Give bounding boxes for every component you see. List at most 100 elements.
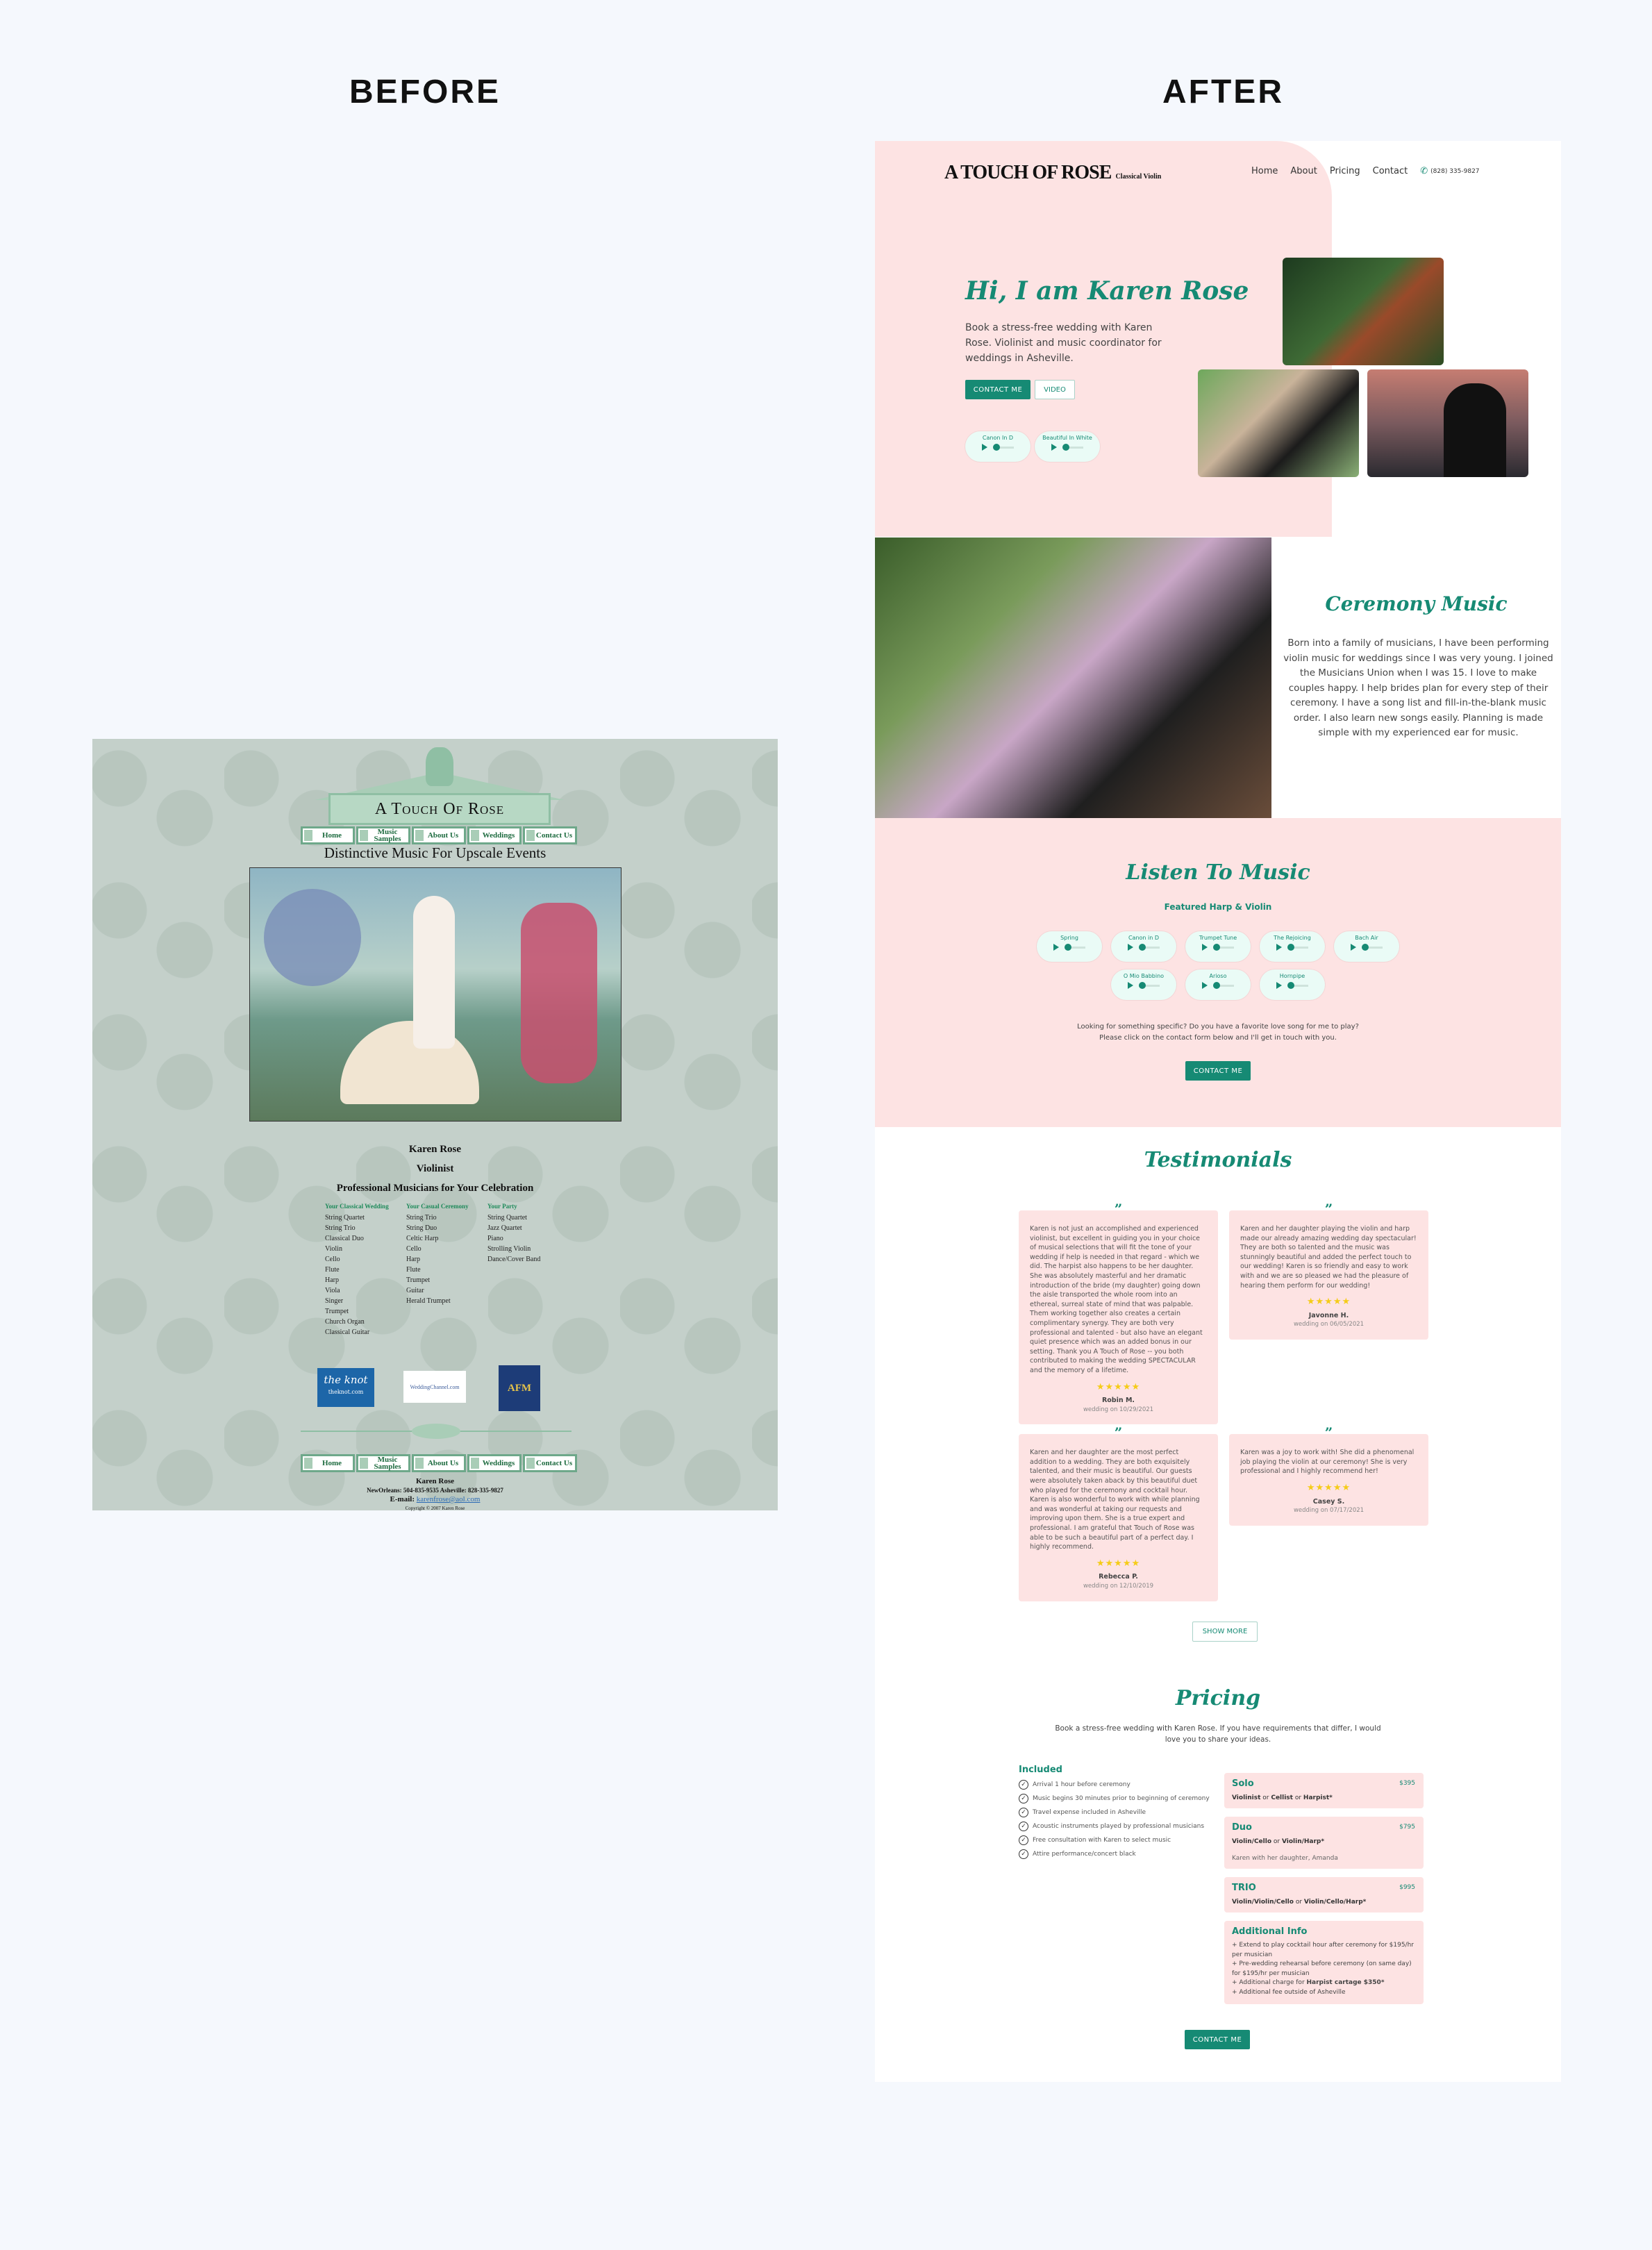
- ensemble-item: Cello: [406, 1245, 422, 1253]
- track-name: Spring: [1060, 935, 1078, 941]
- nav-home[interactable]: Home: [1251, 166, 1278, 176]
- slider-knob[interactable]: [1287, 943, 1294, 951]
- check-circle-icon: ✓: [1019, 1794, 1028, 1803]
- ensemble-item: String Duo: [406, 1224, 437, 1232]
- star-rating: ★★★★★: [1306, 1483, 1351, 1494]
- plan-card: Solo $395 Violinist or Cellist or Harpist*: [1224, 1773, 1424, 1808]
- progress-slider[interactable]: [1065, 943, 1085, 951]
- the-knot-logo[interactable]: the knot theknot.com: [317, 1368, 374, 1407]
- hero-video-button[interactable]: VIDEO: [1035, 380, 1075, 399]
- ceremony-title: Ceremony Music: [1325, 592, 1508, 615]
- play-icon[interactable]: [1053, 944, 1059, 951]
- testimonial-card: ” Karen is not just an accomplished and e…: [1019, 1202, 1218, 1425]
- old-footer-nav-contact[interactable]: Contact Us: [523, 1454, 577, 1472]
- ensemble-item: String Trio: [406, 1214, 437, 1222]
- track-name: Trumpet Tune: [1199, 935, 1237, 941]
- old-nav-about[interactable]: About Us: [412, 826, 466, 844]
- ensemble-item: String Quartet: [487, 1214, 527, 1222]
- nav-about[interactable]: About: [1290, 166, 1317, 176]
- listen-note: Looking for something specific? Do you h…: [1077, 1023, 1359, 1042]
- listen-contact-button[interactable]: CONTACT ME: [1185, 1061, 1251, 1081]
- old-footer-nav-weddings[interactable]: Weddings: [467, 1454, 522, 1472]
- afm-logo[interactable]: AFM: [499, 1365, 540, 1411]
- ensemble-column-title: Your Classical Wedding: [325, 1203, 389, 1210]
- ensemble-item: Flute: [325, 1266, 340, 1274]
- nav-pricing[interactable]: Pricing: [1330, 166, 1360, 176]
- included-item-text: Travel expense included in Asheville: [1033, 1809, 1146, 1816]
- play-icon[interactable]: [982, 444, 987, 451]
- progress-slider[interactable]: [1213, 981, 1234, 989]
- ensemble-item: Harp: [325, 1276, 339, 1284]
- ensemble-item: Cello: [325, 1256, 340, 1263]
- footer-name: Karen Rose: [415, 1477, 455, 1485]
- plan-options: Violin/Violin/Cello or Violin/Cello/Harp…: [1232, 1899, 1367, 1906]
- progress-slider[interactable]: [1362, 943, 1383, 951]
- check-circle-icon: ✓: [1019, 1780, 1028, 1790]
- progress-slider[interactable]: [1213, 943, 1234, 951]
- play-icon[interactable]: [1051, 444, 1057, 451]
- pricing-contact-button[interactable]: CONTACT ME: [1185, 2030, 1250, 2049]
- slider-knob[interactable]: [1362, 943, 1369, 951]
- old-footer-nav-music-samples[interactable]: Music Samples: [356, 1454, 410, 1472]
- included-item-text: Free consultation with Karen to select m…: [1033, 1837, 1171, 1844]
- progress-slider[interactable]: [1139, 943, 1160, 951]
- old-nav-bottom: Home Music Samples About Us Weddings Con…: [301, 1454, 577, 1472]
- progress-slider[interactable]: [1287, 943, 1308, 951]
- slider-knob[interactable]: [1065, 943, 1071, 951]
- slider-knob[interactable]: [1287, 981, 1294, 989]
- play-icon[interactable]: [1202, 944, 1208, 951]
- slider-knob[interactable]: [993, 443, 1000, 451]
- slider-knob[interactable]: [1139, 981, 1146, 989]
- testimonial-date: wedding on 06/05/2021: [1293, 1321, 1365, 1328]
- included-item: ✓ Travel expense included in Asheville: [1019, 1806, 1220, 1819]
- pricing-plans: Solo $395 Violinist or Cellist or Harpist*…: [1224, 1773, 1424, 2012]
- old-nav-music-samples[interactable]: Music Samples: [356, 826, 410, 844]
- after-label: AFTER: [1162, 74, 1284, 110]
- hero-contact-button[interactable]: CONTACT ME: [965, 380, 1031, 399]
- old-nav-contact[interactable]: Contact Us: [523, 826, 577, 844]
- progress-slider[interactable]: [1139, 981, 1160, 989]
- listen-title: Listen To Music: [1126, 860, 1310, 885]
- play-icon[interactable]: [1202, 982, 1208, 989]
- old-nav-home[interactable]: Home: [301, 826, 355, 844]
- old-name: Karen Rose: [408, 1144, 462, 1155]
- check-circle-icon: ✓: [1019, 1808, 1028, 1817]
- birth-of-venus-image: [249, 867, 621, 1122]
- progress-slider[interactable]: [1062, 443, 1083, 451]
- wedding-channel-logo[interactable]: WeddingChannel.com: [403, 1371, 466, 1403]
- testimonial-author: Casey S.: [1312, 1497, 1345, 1506]
- email-label: E-mail:: [390, 1495, 415, 1503]
- check-circle-icon: ✓: [1019, 1822, 1028, 1831]
- play-icon[interactable]: [1276, 944, 1282, 951]
- ensemble-item: Church Organ: [325, 1318, 365, 1326]
- track-name: O Mio Babbino: [1123, 973, 1165, 979]
- slider-knob[interactable]: [1062, 443, 1069, 451]
- after-site: A TOUCH OF ROSE Classical Violin Home Abo…: [875, 141, 1561, 2082]
- progress-slider[interactable]: [1287, 981, 1308, 989]
- track-players: Spring Canon in D Trumpet Tune The Rejoicin…: [1036, 931, 1400, 1000]
- violinist-portrait-photo: [1198, 369, 1359, 477]
- nav-contact[interactable]: Contact: [1373, 166, 1408, 176]
- partner-logos: the knot theknot.com WeddingChannel.com A…: [317, 1365, 547, 1411]
- show-more-button[interactable]: SHOW MORE: [1192, 1622, 1258, 1642]
- slider-knob[interactable]: [1213, 981, 1220, 989]
- audio-player: The Rejoicing: [1260, 931, 1325, 962]
- additional-item: + Pre-wedding rehearsal before ceremony …: [1232, 1960, 1412, 1977]
- old-footer-nav-about[interactable]: About Us: [412, 1454, 466, 1472]
- progress-slider[interactable]: [993, 443, 1014, 451]
- old-footer-nav-home[interactable]: Home: [301, 1454, 355, 1472]
- play-icon[interactable]: [1128, 982, 1133, 989]
- phone-link[interactable]: ✆ (828) 335-9827: [1420, 166, 1479, 176]
- pricing-title: Pricing: [1175, 1686, 1261, 1710]
- old-nav-weddings[interactable]: Weddings: [467, 826, 522, 844]
- play-icon[interactable]: [1351, 944, 1356, 951]
- slider-knob[interactable]: [1139, 943, 1146, 951]
- ensemble-item: Trumpet: [406, 1276, 431, 1284]
- before-site: A Touch Of Rose Home Music Samples About…: [92, 739, 778, 1513]
- email-link[interactable]: karenfrose@aol.com: [417, 1495, 481, 1503]
- slider-knob[interactable]: [1213, 943, 1220, 951]
- play-icon[interactable]: [1276, 982, 1282, 989]
- site-logo[interactable]: A TOUCH OF ROSE Classical Violin: [944, 162, 1161, 184]
- old-footer: Karen Rose NewOrleans: 504-835-9535 Ashe…: [92, 1477, 778, 1513]
- play-icon[interactable]: [1128, 944, 1133, 951]
